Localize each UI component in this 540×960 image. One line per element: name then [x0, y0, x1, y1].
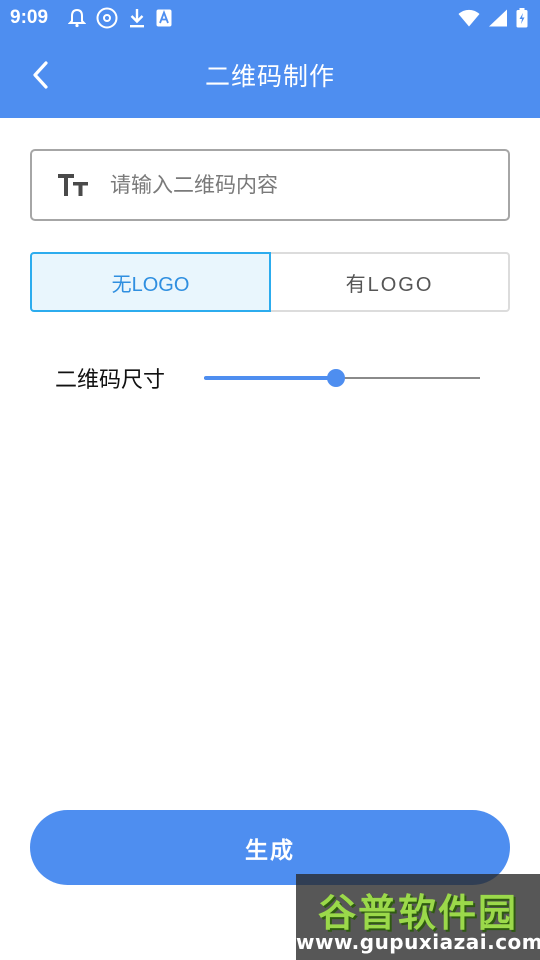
no-logo-option[interactable]: 无LOGO	[30, 252, 271, 312]
text-size-icon	[32, 172, 110, 198]
status-time: 9:09	[10, 7, 49, 28]
watermark-url: www.gupuxiazai.com	[296, 930, 540, 954]
qr-content-field[interactable]	[30, 149, 510, 221]
app-bar: 二维码制作	[0, 36, 540, 118]
screen: 9:09 二维码制作 请输入二维码内容 无LOGO 有LOGO 二维码尺寸 生成…	[0, 0, 540, 960]
watermark-logo: 谷普软件园	[317, 891, 518, 935]
download-icon	[128, 8, 146, 28]
status-icons-right	[458, 8, 528, 28]
qr-content-input[interactable]	[110, 151, 508, 219]
wifi-icon	[458, 9, 480, 27]
status-icons-left	[68, 7, 172, 29]
signal-icon	[488, 9, 508, 27]
battery-icon	[516, 8, 528, 28]
qr-size-label: 二维码尺寸	[55, 368, 166, 393]
a-badge-icon	[156, 9, 172, 27]
logo-toggle: 无LOGO 有LOGO	[30, 252, 510, 312]
bell-icon	[68, 8, 87, 28]
watermark: 谷普软件园 www.gupuxiazai.com	[296, 874, 540, 960]
slider-thumb[interactable]	[327, 369, 345, 387]
page-title: 二维码制作	[204, 62, 335, 91]
status-bar: 9:09	[0, 0, 540, 36]
qr-size-slider[interactable]	[204, 358, 480, 398]
disc-icon	[96, 7, 118, 29]
slider-track-fill	[204, 376, 336, 380]
with-logo-option[interactable]: 有LOGO	[271, 252, 510, 312]
qr-size-row: 二维码尺寸	[55, 358, 485, 398]
